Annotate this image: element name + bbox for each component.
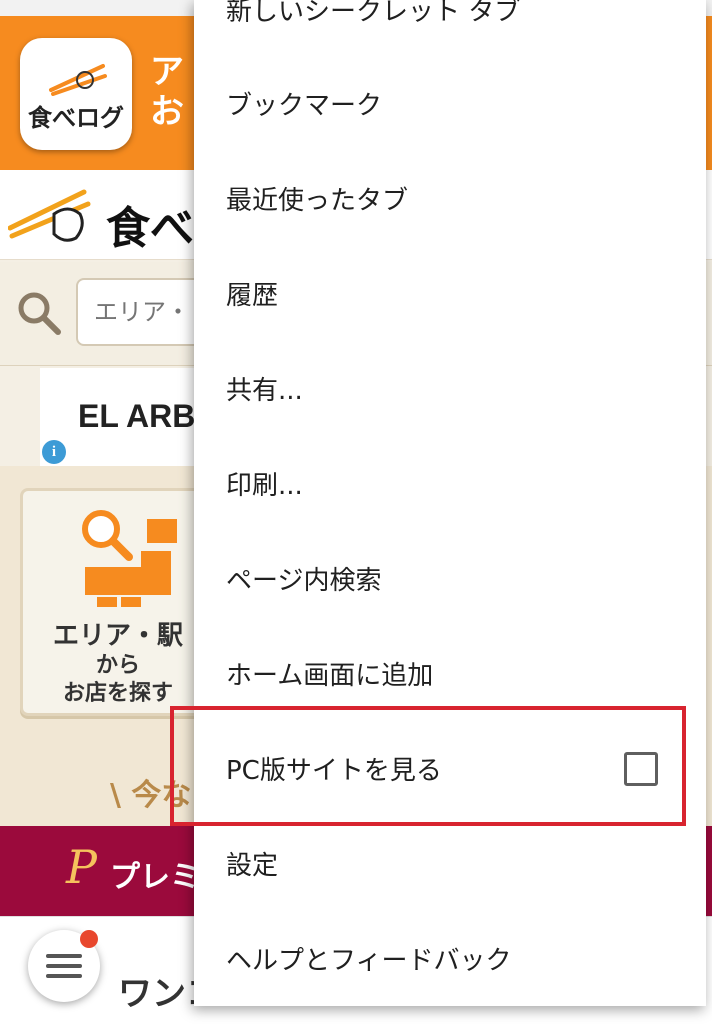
area-card-line2: から xyxy=(95,653,140,678)
partial-headline: \ 今な xyxy=(110,778,192,813)
chopsticks-icon xyxy=(49,63,107,96)
ad-text[interactable]: EL ARB xyxy=(78,398,195,435)
menu-item-print[interactable]: 印刷... xyxy=(194,436,706,531)
browser-overflow-menu: 新しいシークレット タブ ブックマーク 最近使ったタブ 履歴 共有... 印刷.… xyxy=(194,0,706,1006)
menu-item-find-in-page[interactable]: ページ内検索 xyxy=(194,531,706,626)
chopsticks-hand-logo-icon xyxy=(8,189,91,242)
ad-info-icon[interactable]: i xyxy=(42,440,66,464)
area-search-card[interactable]: エリア・駅 から お店を探す xyxy=(20,488,210,716)
menu-item-help-feedback[interactable]: ヘルプとフィードバック xyxy=(194,911,706,1006)
app-icon-label: 食べログ xyxy=(28,103,124,132)
search-icon[interactable] xyxy=(14,288,64,338)
menu-item-bookmarks[interactable]: ブックマーク xyxy=(194,56,706,151)
menu-item-history[interactable]: 履歴 xyxy=(194,246,706,341)
screen: 食べログ ア お 食べ EL ARB i エリア・駅 から お店を探す xyxy=(0,0,712,1024)
area-card-line3: お店を探す xyxy=(62,681,173,706)
menu-item-request-desktop-site[interactable]: PC版サイトを見る xyxy=(194,721,706,816)
app-banner-text: ア お xyxy=(150,52,184,132)
menu-item-label: PC版サイトを見る xyxy=(226,756,442,786)
app-banner-text-line2: お xyxy=(150,92,184,132)
menu-item-new-incognito-tab[interactable]: 新しいシークレット タブ xyxy=(194,0,706,57)
area-card-text: エリア・駅 から お店を探す xyxy=(23,615,213,708)
menu-item-recent-tabs[interactable]: 最近使ったタブ xyxy=(194,151,706,246)
menu-item-settings[interactable]: 設定 xyxy=(194,816,706,911)
tabelog-app-icon[interactable]: 食べログ xyxy=(20,38,132,150)
premium-p-mark: P xyxy=(66,840,97,894)
hamburger-icon xyxy=(46,954,82,978)
desktop-site-checkbox[interactable] xyxy=(624,751,658,786)
map-search-icon xyxy=(82,510,177,607)
site-logo-text[interactable]: 食べ xyxy=(106,192,194,256)
premium-label[interactable]: プレミ xyxy=(110,852,200,896)
notification-dot xyxy=(80,930,98,948)
menu-item-add-to-home-screen[interactable]: ホーム画面に追加 xyxy=(194,626,706,721)
menu-item-share[interactable]: 共有... xyxy=(194,341,706,436)
app-banner-text-line1: ア xyxy=(150,52,184,92)
area-card-line1: エリア・駅 xyxy=(52,621,183,651)
